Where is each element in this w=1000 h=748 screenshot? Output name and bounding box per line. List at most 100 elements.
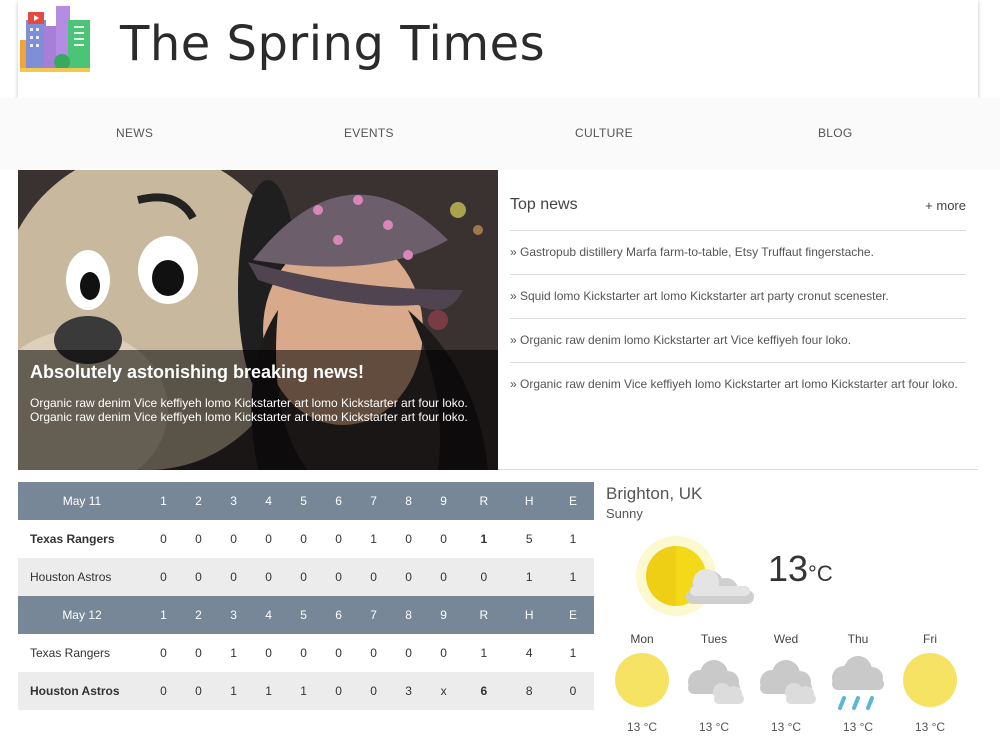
- nav-item-blog[interactable]: BLOG: [818, 126, 853, 140]
- scoreboard-header-row: May 11 1 2 3 4 5 6 7 8 9 R H E: [18, 482, 594, 520]
- more-news-link[interactable]: + more: [925, 198, 966, 213]
- inning-header: 6: [321, 482, 357, 520]
- inning-header: 4: [251, 596, 287, 634]
- inning-header: 1: [146, 596, 182, 634]
- score-cell: 0: [426, 634, 462, 672]
- team-score-row[interactable]: Houston Astros 0 0 0 0 0 0 0 0 0 0 1 1: [18, 558, 594, 596]
- score-cell: x: [426, 672, 462, 710]
- score-cell: 0: [391, 558, 427, 596]
- news-item[interactable]: » Gastropub distillery Marfa farm-to-tab…: [510, 231, 966, 275]
- score-cell: 0: [251, 558, 287, 596]
- nav-item-events[interactable]: EVENTS: [344, 126, 394, 140]
- score-cell: 0: [321, 520, 357, 558]
- score-cell: 3: [391, 672, 427, 710]
- forecast-day-label: Mon: [630, 632, 654, 646]
- forecast-temperature: 13 °C: [626, 720, 658, 734]
- inning-header: 9: [426, 596, 462, 634]
- main-nav: NEWS EVENTS CULTURE BLOG: [0, 98, 1000, 170]
- score-cell: 8: [506, 672, 552, 710]
- temperature-value: 13: [768, 548, 809, 589]
- game-date: May 12: [18, 596, 146, 634]
- forecast-day-label: Thu: [847, 632, 869, 646]
- score-cell: 0: [391, 520, 427, 558]
- score-cell: 6: [461, 672, 507, 710]
- top-news-panel: Top news + more » Gastropub distillery M…: [510, 170, 966, 407]
- site-header: The Spring Times: [18, 0, 978, 98]
- score-cell: 4: [506, 634, 552, 672]
- inning-header: 5: [286, 596, 322, 634]
- inning-header: E: [551, 482, 594, 520]
- inning-header: 6: [321, 596, 357, 634]
- forecast-day-label: Wed: [773, 632, 799, 646]
- news-item[interactable]: » Squid lomo Kickstarter art lomo Kickst…: [510, 275, 966, 319]
- forecast-temperature: 13 °C: [914, 720, 946, 734]
- forecast-day-label: Tues: [700, 632, 728, 646]
- score-cell: 0: [251, 634, 287, 672]
- score-cell: 0: [321, 634, 357, 672]
- cloud-icon: [688, 660, 744, 704]
- hero-summary-line: Organic raw denim Vice keffiyeh lomo Kic…: [30, 410, 468, 424]
- team-name: Texas Rangers: [18, 520, 146, 558]
- news-item[interactable]: » Organic raw denim lomo Kickstarter art…: [510, 319, 966, 363]
- team-score-row[interactable]: Texas Rangers 0 0 0 0 0 0 1 0 0 1 5 1: [18, 520, 594, 558]
- scoreboard-table: May 11 1 2 3 4 5 6 7 8 9 R H E Texas Rangers 0 0 0 0 0 0 1 0 0…: [18, 482, 594, 710]
- sun-icon: [903, 653, 957, 707]
- score-cell: 0: [216, 558, 252, 596]
- score-cell: 0: [181, 520, 217, 558]
- inning-header: 4: [251, 482, 287, 520]
- cloud-icon: [760, 660, 816, 704]
- inning-header: 5: [286, 482, 322, 520]
- forecast-temperature: 13 °C: [770, 720, 802, 734]
- team-name: Houston Astros: [18, 558, 146, 596]
- score-cell: 0: [426, 520, 462, 558]
- news-item[interactable]: » Organic raw denim Vice keffiyeh lomo K…: [510, 363, 966, 407]
- score-cell: 0: [426, 558, 462, 596]
- forecast-day-label: Fri: [923, 632, 937, 646]
- team-name: Houston Astros: [18, 672, 146, 710]
- score-cell: 5: [506, 520, 552, 558]
- score-cell: 0: [181, 558, 217, 596]
- score-cell: 0: [321, 558, 357, 596]
- top-news-header: Top news + more: [510, 170, 966, 231]
- score-cell: 1: [506, 558, 552, 596]
- score-cell: 1: [461, 634, 507, 672]
- score-cell: 0: [146, 672, 182, 710]
- nav-item-news[interactable]: NEWS: [116, 126, 153, 140]
- score-cell: 1: [356, 520, 392, 558]
- hero-summary-line: Organic raw denim Vice keffiyeh lomo Kic…: [30, 396, 468, 410]
- section-divider: [498, 469, 978, 470]
- score-cell: 0: [286, 634, 322, 672]
- score-cell: 0: [356, 634, 392, 672]
- score-cell: 0: [181, 672, 217, 710]
- weather-condition: Sunny: [606, 506, 643, 521]
- score-cell: 1: [551, 634, 594, 672]
- score-cell: 0: [216, 520, 252, 558]
- score-cell: 0: [146, 520, 182, 558]
- inning-header: H: [506, 482, 552, 520]
- score-cell: 0: [181, 634, 217, 672]
- site-title[interactable]: The Spring Times: [120, 16, 545, 72]
- inning-header: 3: [216, 596, 252, 634]
- score-cell: 1: [461, 520, 507, 558]
- score-cell: 0: [146, 558, 182, 596]
- score-cell: 1: [216, 634, 252, 672]
- inning-header: R: [461, 596, 507, 634]
- game-date: May 11: [18, 482, 146, 520]
- score-cell: 0: [286, 558, 322, 596]
- inning-header: 7: [356, 482, 392, 520]
- score-cell: 1: [551, 520, 594, 558]
- hero-headline[interactable]: Absolutely astonishing breaking news!: [30, 362, 364, 383]
- inning-header: 2: [181, 482, 217, 520]
- inning-header: E: [551, 596, 594, 634]
- nav-item-culture[interactable]: CULTURE: [575, 126, 633, 140]
- sun-cloud-icon: [636, 536, 754, 616]
- temperature-unit: °C: [808, 561, 833, 586]
- score-cell: 0: [286, 520, 322, 558]
- inning-header: 1: [146, 482, 182, 520]
- inning-header: 3: [216, 482, 252, 520]
- city-logo-icon[interactable]: [18, 6, 90, 78]
- weather-city: Brighton, UK: [606, 484, 703, 503]
- team-score-row[interactable]: Houston Astros 0 0 1 1 1 0 0 3 x 6 8 0: [18, 672, 594, 710]
- hero-story[interactable]: Absolutely astonishing breaking news! Or…: [18, 170, 498, 470]
- team-score-row[interactable]: Texas Rangers 0 0 1 0 0 0 0 0 0 1 4 1: [18, 634, 594, 672]
